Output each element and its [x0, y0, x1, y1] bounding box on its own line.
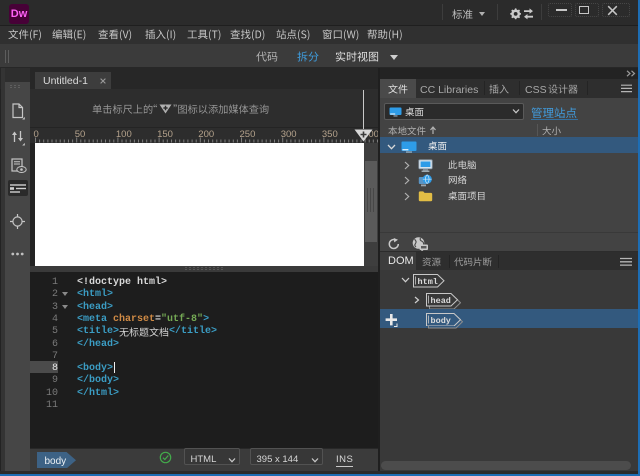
svg-text:body: body: [45, 456, 67, 467]
svg-text:head: head: [431, 296, 451, 306]
svg-text:body: body: [430, 316, 450, 326]
svg-text:html: html: [418, 277, 438, 287]
